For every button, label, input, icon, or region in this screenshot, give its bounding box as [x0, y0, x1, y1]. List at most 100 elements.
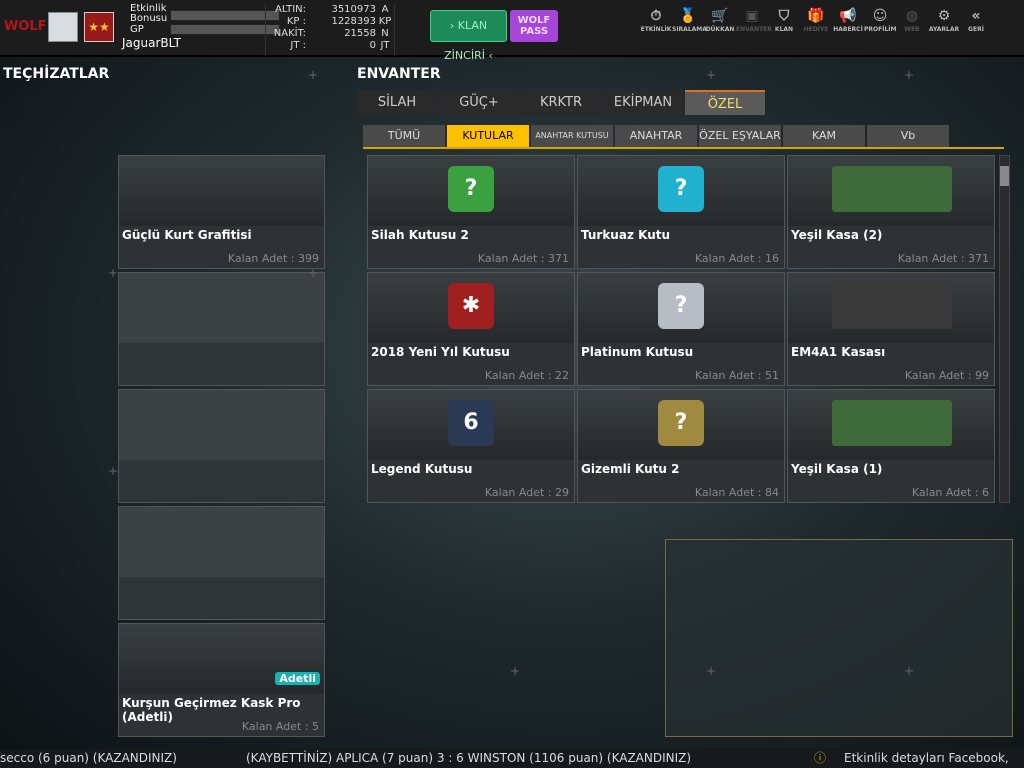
item-count: Kalan Adet : 6 — [911, 486, 989, 499]
item-count: Kalan Adet : 371 — [897, 252, 989, 265]
item-name: Yeşil Kasa (1) — [791, 462, 883, 476]
news-ticker: secco (6 puan) (KAZANDINIZ) (KAYBETTİNİZ… — [0, 749, 1024, 768]
username: JaguarBLT — [122, 36, 181, 50]
inventory-item[interactable]: ? Gizemli Kutu 2 Kalan Adet : 84 — [577, 389, 785, 503]
currency-unit: JT — [380, 40, 390, 51]
inventory-title: ENVANTER — [357, 66, 441, 82]
klan-chain-button[interactable]: › KLAN ZİNCİRİ ‹ — [430, 10, 507, 62]
subtab-3[interactable]: ANAHTAR — [615, 125, 697, 147]
event-bonus-label: Etkinlik Bonusu — [130, 3, 168, 24]
nav-6[interactable]: 📢 HABERCİ — [832, 8, 864, 33]
subtab-1[interactable]: KUTULAR — [447, 125, 529, 147]
currency-row: KP : 1228393 KP — [266, 16, 394, 28]
item-count: Kalan Adet : 22 — [484, 369, 569, 382]
item-name: Gizemli Kutu 2 — [581, 462, 680, 476]
info-icon: ⓘ — [814, 751, 827, 765]
item-detail-panel — [665, 539, 1013, 737]
equipment-slot[interactable] — [118, 272, 325, 386]
item-name: 2018 Yeni Yıl Kutusu — [371, 345, 510, 359]
inventory-subtabs: TÜMÜ KUTULAR ANAHTAR KUTUSU ANAHTAR ÖZEL EŞY… — [363, 125, 1004, 149]
inventory-item[interactable]: ? Platinum Kutusu Kalan Adet : 51 — [577, 272, 785, 386]
wolf-pass-button[interactable]: WOLF PASS — [510, 10, 558, 42]
slot-image — [119, 273, 324, 343]
gp-bar — [170, 24, 280, 35]
item-box-icon — [832, 283, 952, 329]
nav-7[interactable]: ☺ PROFİLİM — [864, 8, 896, 33]
subtab-4[interactable]: ÖZEL EŞYALAR — [699, 125, 781, 147]
ticker-right: Etkinlik detayları Facebook, — [844, 751, 1009, 765]
item-box-icon — [832, 400, 952, 446]
inventory-item[interactable]: ? Turkuaz Kutu Kalan Adet : 16 — [577, 155, 785, 269]
currency-panel: ALTIN: 3510973 A KP :1228393 KP NAKİT: 21558 N J… — [265, 4, 395, 56]
nav-8[interactable]: ◍ WEB — [896, 8, 928, 33]
nav-1[interactable]: 🏅 SIRALAMA — [672, 8, 707, 33]
inventory-item[interactable]: Yeşil Kasa (2) Kalan Adet : 371 — [787, 155, 995, 269]
item-box-icon: 6 — [448, 400, 494, 446]
nav-label: ENVANTER — [736, 26, 772, 33]
item-count: Kalan Adet : 371 — [477, 252, 569, 265]
nav-5[interactable]: 🎁 HEDİYE — [800, 8, 832, 33]
scrollbar[interactable] — [999, 155, 1010, 503]
nav-9[interactable]: ⚙ AYARLAR — [928, 8, 960, 33]
tab-1[interactable]: GÜÇ+ — [439, 90, 519, 115]
item-count: Kalan Adet : 16 — [694, 252, 779, 265]
nav-label: ETKİNLİK — [640, 26, 672, 33]
inventory-item[interactable]: 6 Legend Kutusu Kalan Adet : 29 — [367, 389, 575, 503]
subtab-0[interactable]: TÜMÜ — [363, 125, 445, 147]
slot-name: Güçlü Kurt Grafitisi — [122, 228, 252, 242]
item-count: Kalan Adet : 51 — [694, 369, 779, 382]
item-box-icon: ? — [658, 283, 704, 329]
subtab-5[interactable]: KAM — [783, 125, 865, 147]
nav-2[interactable]: 🛒 DÜKKAN — [704, 8, 736, 33]
slot-image — [119, 156, 324, 226]
adetli-badge: Adetli — [275, 672, 320, 685]
nav-3[interactable]: ▣ ENVANTER — [736, 8, 772, 33]
nav-icon: ▣ — [745, 8, 759, 24]
nav-icon: 🏅 — [679, 8, 697, 24]
inventory-tabs: SİLAH GÜÇ+ KRKTR EKİPMAN ÖZEL — [357, 90, 765, 115]
nav-icon: 📢 — [839, 8, 857, 24]
slot-count: Kalan Adet : 399 — [227, 252, 319, 265]
item-count: Kalan Adet : 99 — [904, 369, 989, 382]
nav-icon: ⏱ — [650, 8, 662, 24]
nav-label: DÜKKAN — [705, 26, 735, 33]
equipment-slot[interactable] — [118, 389, 325, 503]
nav-label: SIRALAMA — [672, 26, 707, 33]
subtab-2[interactable]: ANAHTAR KUTUSU — [531, 125, 613, 147]
equipment-slot[interactable] — [118, 506, 325, 620]
tab-4[interactable]: ÖZEL — [685, 90, 765, 115]
inventory-item[interactable]: ✱ 2018 Yeni Yıl Kutusu Kalan Adet : 22 — [367, 272, 575, 386]
currency-unit: N — [381, 28, 389, 39]
nav-label: GERİ — [968, 26, 984, 33]
item-box-icon: ? — [658, 166, 704, 212]
subtab-6[interactable]: Vb — [867, 125, 949, 147]
ticker-middle: (KAYBETTİNİZ) APLICA (7 puan) 3 : 6 WINS… — [246, 751, 692, 765]
inventory-item[interactable]: Yeşil Kasa (1) Kalan Adet : 6 — [787, 389, 995, 503]
tab-2[interactable]: KRKTR — [521, 90, 601, 115]
item-box-icon: ? — [658, 400, 704, 446]
nav-0[interactable]: ⏱ ETKİNLİK — [640, 8, 672, 33]
currency-label: KP : — [286, 16, 306, 27]
item-name: EM4A1 Kasası — [791, 345, 886, 359]
slot-count: Kalan Adet : 5 — [241, 720, 319, 733]
nav-4[interactable]: ⛉ KLAN — [768, 8, 800, 33]
ticker-left: secco (6 puan) (KAZANDINIZ) — [0, 751, 177, 765]
item-count: Kalan Adet : 84 — [694, 486, 779, 499]
nav-label: KLAN — [774, 26, 794, 33]
equipment-slot[interactable]: Güçlü Kurt Grafitisi Kalan Adet : 399 — [118, 155, 325, 269]
equipment-slot[interactable]: Kurşun Geçirmez Kask Pro (Adetli) Kalan A… — [118, 623, 325, 737]
tab-3[interactable]: EKİPMAN — [603, 90, 683, 115]
tab-0[interactable]: SİLAH — [357, 90, 437, 115]
avatar[interactable] — [48, 12, 78, 42]
currency-label: ALTIN: — [275, 4, 306, 15]
currency-row: ALTIN: 3510973 A — [266, 4, 394, 16]
nav-10[interactable]: « GERİ — [960, 8, 992, 33]
inventory-item[interactable]: ? Silah Kutusu 2 Kalan Adet : 371 — [367, 155, 575, 269]
top-bar: WOLF ★★ Etkinlik Bonusu GP JaguarBLT ALT… — [0, 0, 1024, 62]
item-box-icon: ? — [448, 166, 494, 212]
item-name: Turkuaz Kutu — [581, 228, 671, 242]
nav-label: PROFİLİM — [864, 26, 897, 33]
currency-value: 21558 — [344, 28, 376, 39]
inventory-item[interactable]: EM4A1 Kasası Kalan Adet : 99 — [787, 272, 995, 386]
nav-label: HEDİYE — [803, 26, 829, 33]
